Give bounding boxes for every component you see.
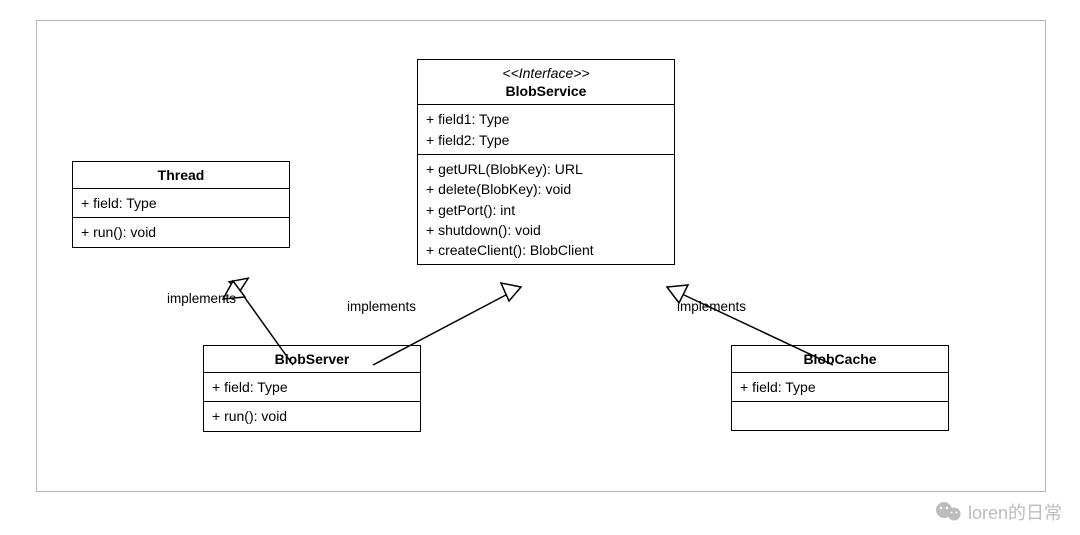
method: + getPort(): int	[426, 200, 666, 220]
field: + field: Type	[740, 377, 940, 397]
field: + field: Type	[81, 193, 281, 213]
class-blobservice: <<Interface>> BlobService + field1: Type…	[417, 59, 675, 265]
stereotype: <<Interface>>	[502, 65, 589, 81]
diagram-frame: Thread + field: Type + run(): void <<Int…	[36, 20, 1046, 492]
method: + createClient(): BlobClient	[426, 240, 666, 260]
class-title: BlobCache	[732, 346, 948, 373]
class-fields: + field: Type	[73, 189, 289, 218]
watermark-text: loren的日常	[968, 499, 1062, 525]
class-fields: + field: Type	[204, 373, 420, 402]
watermark: loren的日常	[934, 499, 1062, 525]
class-fields: + field1: Type + field2: Type	[418, 105, 674, 155]
class-title: Thread	[73, 162, 289, 189]
method: + getURL(BlobKey): URL	[426, 159, 666, 179]
class-blobserver: BlobServer + field: Type + run(): void	[203, 345, 421, 432]
method: + delete(BlobKey): void	[426, 179, 666, 199]
method: + run(): void	[81, 222, 281, 242]
field: + field2: Type	[426, 130, 666, 150]
relation-label: implements	[677, 299, 746, 314]
method: + shutdown(): void	[426, 220, 666, 240]
wechat-icon	[934, 500, 962, 524]
field: + field: Type	[212, 377, 412, 397]
method: + run(): void	[212, 406, 412, 426]
class-methods: + getURL(BlobKey): URL + delete(BlobKey)…	[418, 155, 674, 264]
class-methods	[732, 402, 948, 430]
field: + field1: Type	[426, 109, 666, 129]
class-methods: + run(): void	[73, 218, 289, 246]
relation-label: implements	[347, 299, 416, 314]
relation-label: implements	[167, 291, 236, 306]
class-title: <<Interface>> BlobService	[418, 60, 674, 105]
class-fields: + field: Type	[732, 373, 948, 402]
title-text: BlobService	[506, 83, 587, 99]
class-thread: Thread + field: Type + run(): void	[72, 161, 290, 248]
class-methods: + run(): void	[204, 402, 420, 430]
class-blobcache: BlobCache + field: Type	[731, 345, 949, 431]
class-title: BlobServer	[204, 346, 420, 373]
